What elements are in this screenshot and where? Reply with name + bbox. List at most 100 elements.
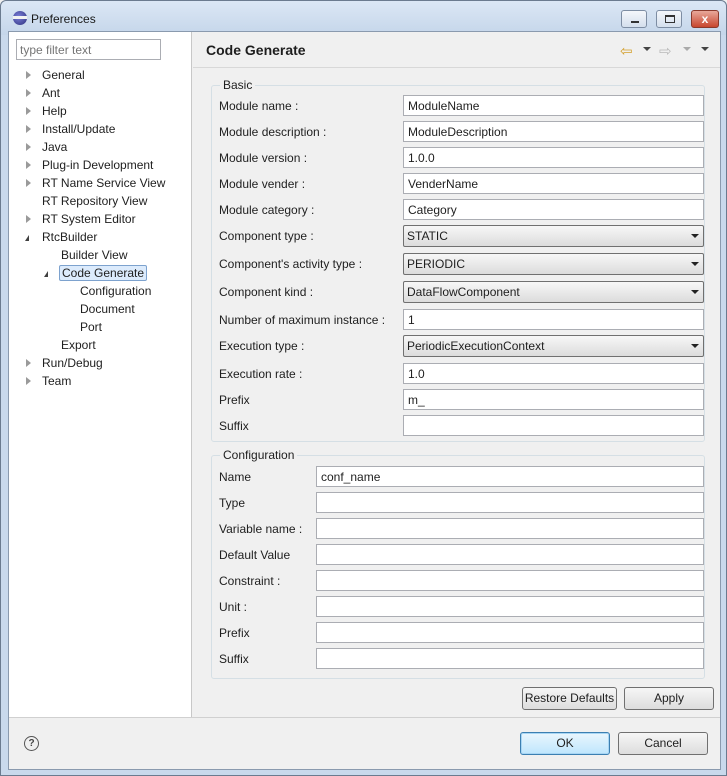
basic-field-label: Component type :: [219, 229, 314, 243]
configuration-field-input[interactable]: [316, 466, 704, 487]
tree-collapsed-icon[interactable]: [26, 89, 31, 97]
preference-tree-panel: General Ant Help Install/Update Java Plug-in …: [9, 32, 192, 717]
tree-collapsed-icon[interactable]: [26, 107, 31, 115]
configuration-field-input[interactable]: [316, 492, 704, 513]
basic-field-label: Module version :: [219, 151, 308, 165]
configuration-field-input[interactable]: [316, 518, 704, 539]
tree-item-label: Export: [61, 338, 96, 352]
tree-item-label: Java: [42, 140, 68, 154]
configuration-field-label: Name: [219, 470, 252, 484]
view-menu-icon[interactable]: [701, 47, 709, 51]
basic-field-label: Execution rate :: [219, 367, 303, 381]
minimize-icon: [631, 21, 639, 23]
cancel-button[interactable]: Cancel: [618, 732, 708, 755]
maximize-button[interactable]: [656, 10, 682, 28]
tree-item-label: RT Name Service View: [42, 176, 166, 190]
title-separator: [193, 67, 720, 68]
basic-field-input[interactable]: [403, 363, 704, 384]
basic-field-input[interactable]: [403, 95, 704, 116]
minimize-button[interactable]: [621, 10, 647, 28]
preference-page: Code Generate ⇦ ⇨ Basic Module name : Mod…: [193, 32, 720, 717]
basic-field-combo[interactable]: DataFlowComponent: [403, 281, 704, 303]
tree-collapsed-icon[interactable]: [26, 161, 31, 169]
basic-field-label: Module category :: [219, 203, 315, 217]
basic-field-label: Module description :: [219, 125, 327, 139]
basic-field-label: Suffix: [219, 419, 249, 433]
tree-expanded-icon[interactable]: [25, 235, 29, 241]
configuration-group: Configuration: [211, 448, 705, 679]
tree-collapsed-icon[interactable]: [26, 359, 31, 367]
eclipse-icon: [13, 11, 27, 25]
chevron-down-icon[interactable]: [691, 290, 699, 294]
dialog-body: General Ant Help Install/Update Java Plug-in …: [8, 31, 721, 770]
configuration-group-label: Configuration: [220, 448, 298, 462]
tree-item-label: RT Repository View: [42, 194, 148, 208]
tree-item-label: RT System Editor: [42, 212, 136, 226]
basic-field-input[interactable]: [403, 121, 704, 142]
basic-field-label: Component's activity type :: [219, 257, 363, 271]
basic-field-combo[interactable]: PERIODIC: [403, 253, 704, 275]
tree-item-label: General: [42, 68, 85, 82]
basic-field-label: Execution type :: [219, 339, 305, 353]
configuration-field-input[interactable]: [316, 622, 704, 643]
combo-value: DataFlowComponent: [407, 285, 520, 299]
basic-field-input[interactable]: [403, 389, 704, 410]
basic-field-input[interactable]: [403, 147, 704, 168]
combo-value: PERIODIC: [407, 257, 466, 271]
basic-field-input[interactable]: [403, 415, 704, 436]
configuration-field-input[interactable]: [316, 596, 704, 617]
forward-dropdown-icon[interactable]: [683, 47, 691, 51]
configuration-field-input[interactable]: [316, 570, 704, 591]
tree-item-label: Plug-in Development: [42, 158, 154, 172]
forward-arrow-icon[interactable]: ⇨: [659, 42, 672, 60]
tree-item-label: Code Generate: [59, 265, 148, 281]
basic-field-label: Module name :: [219, 99, 299, 113]
tree-expanded-icon[interactable]: [44, 271, 48, 277]
tree-collapsed-icon[interactable]: [26, 125, 31, 133]
preferences-window: Preferences x General Ant Help Install/Upda…: [0, 0, 727, 776]
configuration-field-label: Type: [219, 496, 246, 510]
basic-field-input[interactable]: [403, 173, 704, 194]
tree-item-label: Configuration: [80, 284, 152, 298]
basic-field-label: Number of maximum instance :: [219, 313, 386, 327]
back-dropdown-icon[interactable]: [643, 47, 651, 51]
tree-item-label: Port: [80, 320, 103, 334]
tree-collapsed-icon[interactable]: [26, 71, 31, 79]
chevron-down-icon[interactable]: [691, 344, 699, 348]
tree-item-label: Ant: [42, 86, 61, 100]
basic-field-combo[interactable]: STATIC: [403, 225, 704, 247]
tree-collapsed-icon[interactable]: [26, 377, 31, 385]
configuration-field-input[interactable]: [316, 648, 704, 669]
page-title: Code Generate: [206, 42, 306, 58]
basic-field-input[interactable]: [403, 199, 704, 220]
chevron-down-icon[interactable]: [691, 262, 699, 266]
basic-group-label: Basic: [220, 78, 256, 92]
back-arrow-icon[interactable]: ⇦: [620, 42, 633, 60]
tree-collapsed-icon[interactable]: [26, 179, 31, 187]
tree-collapsed-icon[interactable]: [26, 143, 31, 151]
basic-field-label: Prefix: [219, 393, 250, 407]
title-bar[interactable]: Preferences x: [1, 1, 726, 35]
basic-field-label: Module vender :: [219, 177, 306, 191]
ok-button[interactable]: OK: [520, 732, 610, 755]
tree-item-label: RtcBuilder: [42, 230, 98, 244]
footer-separator: [9, 717, 720, 718]
configuration-field-label: Variable name :: [219, 522, 303, 536]
configuration-field-input[interactable]: [316, 544, 704, 565]
tree-item-label: Team: [42, 374, 72, 388]
tree-item-label: Document: [80, 302, 135, 316]
tree-item-label: Help: [42, 104, 67, 118]
chevron-down-icon[interactable]: [691, 234, 699, 238]
close-button[interactable]: x: [691, 10, 719, 28]
maximize-icon: [665, 15, 675, 23]
filter-input[interactable]: [16, 39, 161, 60]
configuration-field-label: Constraint :: [219, 574, 281, 588]
basic-field-combo[interactable]: PeriodicExecutionContext: [403, 335, 704, 357]
apply-button[interactable]: Apply: [624, 687, 714, 710]
basic-field-label: Component kind :: [219, 285, 314, 299]
basic-field-input[interactable]: [403, 309, 704, 330]
restore-defaults-button[interactable]: Restore Defaults: [522, 687, 617, 710]
tree-collapsed-icon[interactable]: [26, 215, 31, 223]
configuration-field-label: Default Value: [219, 548, 291, 562]
help-icon[interactable]: ?: [24, 736, 39, 751]
